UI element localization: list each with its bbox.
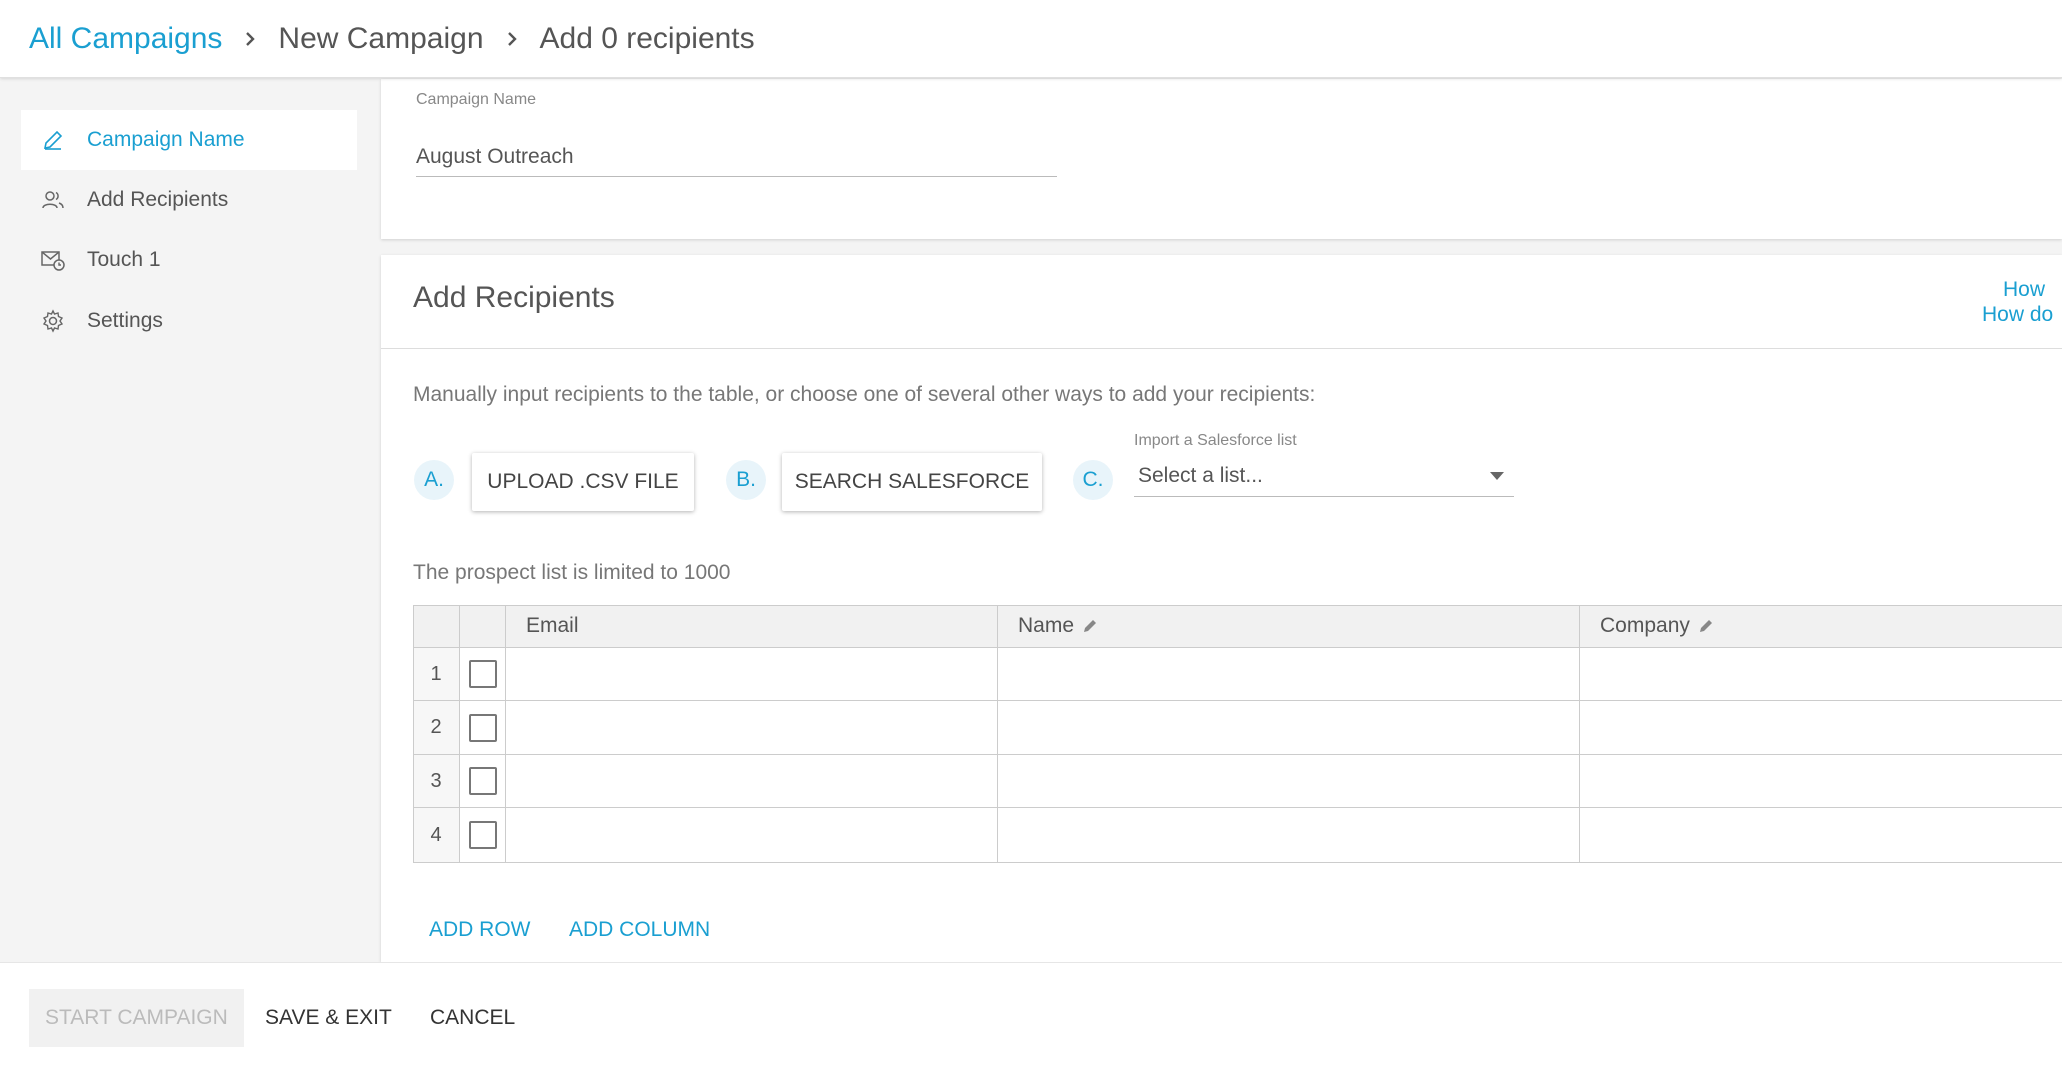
row-select-cell: [460, 755, 506, 808]
caret-down-icon: [1490, 472, 1504, 480]
company-cell[interactable]: [1580, 808, 2062, 863]
sidebar-item-settings[interactable]: Settings: [21, 291, 357, 351]
name-cell[interactable]: [998, 648, 1580, 701]
column-header-label: Email: [526, 614, 579, 637]
row-select-cell: [460, 701, 506, 755]
column-header-company[interactable]: Company: [1580, 605, 2062, 648]
column-header-name[interactable]: Name: [998, 605, 1580, 648]
table-row: 2: [413, 701, 2062, 755]
row-checkbox[interactable]: [468, 821, 497, 849]
help-link[interactable]: How do: [1982, 302, 2062, 327]
table-row: 3: [413, 755, 2062, 808]
breadcrumb-add-recipients: Add 0 recipients: [539, 21, 755, 55]
row-checkbox[interactable]: [468, 713, 497, 742]
row-checkbox[interactable]: [468, 660, 497, 688]
row-number: 4: [413, 808, 460, 863]
company-cell[interactable]: [1580, 755, 2062, 808]
row-checkbox[interactable]: [468, 767, 497, 795]
campaign-name-card: Campaign Name: [381, 79, 2062, 239]
breadcrumb-all-campaigns[interactable]: All Campaigns: [29, 22, 222, 56]
sidebar-item-label: Settings: [87, 309, 163, 332]
gear-icon: [41, 309, 65, 333]
row-number: 2: [413, 701, 460, 755]
column-header-email[interactable]: Email: [506, 605, 998, 648]
company-cell[interactable]: [1580, 701, 2062, 755]
option-a-badge: A.: [414, 460, 454, 500]
email-cell[interactable]: [506, 648, 998, 701]
table-row: 4: [413, 808, 2062, 863]
sidebar-item-touch-1[interactable]: Touch 1: [21, 230, 357, 290]
campaign-name-input[interactable]: [416, 137, 1057, 177]
sidebar-item-campaign-name[interactable]: Campaign Name: [21, 110, 357, 170]
add-row-button[interactable]: ADD ROW: [429, 918, 531, 942]
sidebar-item-label: Touch 1: [87, 248, 161, 271]
name-cell[interactable]: [998, 808, 1580, 863]
name-cell[interactable]: [998, 755, 1580, 808]
row-number: 1: [413, 648, 460, 701]
search-salesforce-button[interactable]: SEARCH SALESFORCE: [782, 453, 1042, 511]
instructions-text: Manually input recipients to the table, …: [413, 383, 1316, 406]
upload-csv-button[interactable]: UPLOAD .CSV FILE: [472, 453, 694, 511]
column-header-label: Name: [1018, 614, 1075, 637]
row-select-cell: [460, 648, 506, 701]
breadcrumb-new-campaign: New Campaign: [278, 21, 484, 55]
users-icon: [41, 188, 65, 212]
sidebar: Campaign Name Add Recipients Touch 1 Set…: [0, 79, 378, 962]
salesforce-list-select[interactable]: Select a list...: [1134, 455, 1514, 497]
pencil-icon[interactable]: [1698, 618, 1714, 634]
limit-text: The prospect list is limited to 1000: [413, 561, 731, 584]
cancel-button[interactable]: CANCEL: [430, 989, 515, 1047]
header-corner: [413, 605, 460, 648]
add-recipients-card: Add Recipients How How do Manually input…: [381, 255, 2062, 962]
header-select: [460, 605, 506, 648]
help-links: How How do: [1982, 277, 2062, 327]
table-row: 1: [413, 648, 2062, 701]
campaign-name-label: Campaign Name: [416, 91, 537, 108]
chevron-right-icon: [222, 30, 278, 48]
table-header-row: Email Name Company: [413, 605, 2062, 648]
pencil-icon[interactable]: [1082, 618, 1098, 634]
company-cell[interactable]: [1580, 648, 2062, 701]
option-c-badge: C.: [1073, 460, 1113, 500]
email-cell[interactable]: [506, 701, 998, 755]
pencil-icon: [41, 128, 65, 152]
column-header-label: Company: [1600, 614, 1690, 637]
add-column-button[interactable]: ADD COLUMN: [569, 918, 710, 942]
name-cell[interactable]: [998, 701, 1580, 755]
footer-bar: START CAMPAIGN SAVE & EXIT CANCEL: [0, 962, 2062, 1072]
sidebar-item-label: Campaign Name: [87, 128, 245, 151]
breadcrumb: All Campaigns New Campaign Add 0 recipie…: [0, 0, 2062, 78]
email-cell[interactable]: [506, 755, 998, 808]
save-exit-button[interactable]: SAVE & EXIT: [265, 989, 392, 1047]
start-campaign-button[interactable]: START CAMPAIGN: [29, 989, 244, 1047]
section-title: Add Recipients: [413, 281, 615, 314]
salesforce-list-value: Select a list...: [1138, 463, 1263, 487]
option-b-badge: B.: [726, 460, 766, 500]
email-cell[interactable]: [506, 808, 998, 863]
mail-clock-icon: [41, 248, 65, 272]
divider: [381, 348, 2062, 349]
chevron-right-icon: [484, 30, 540, 48]
salesforce-list-label: Import a Salesforce list: [1134, 432, 1297, 449]
row-number: 3: [413, 755, 460, 808]
help-link[interactable]: How: [1982, 277, 2062, 302]
sidebar-item-label: Add Recipients: [87, 188, 229, 211]
sidebar-item-add-recipients[interactable]: Add Recipients: [21, 170, 357, 230]
row-select-cell: [460, 808, 506, 863]
